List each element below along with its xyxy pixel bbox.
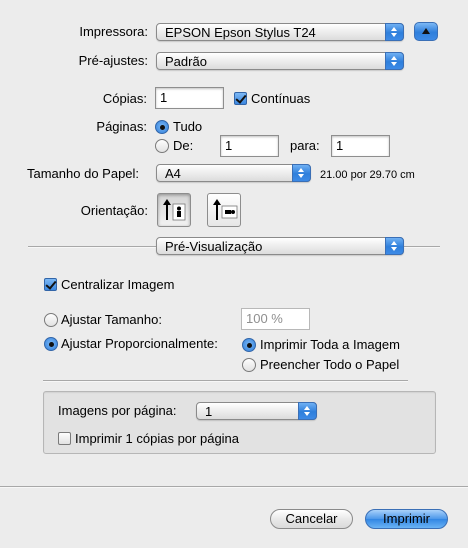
printer-value: EPSON Epson Stylus T24 — [165, 25, 316, 40]
pages-all-radio[interactable] — [155, 120, 169, 134]
print-entire-image-label: Imprimir Toda a Imagem — [260, 337, 400, 352]
presets-value: Padrão — [165, 54, 207, 69]
pages-all-label: Tudo — [173, 119, 203, 134]
print-copies-per-page-checkbox[interactable] — [58, 432, 71, 445]
scale-field[interactable]: 100 % — [241, 308, 310, 330]
presets-label: Pré-ajustes: — [78, 53, 148, 68]
printer-label: Impressora: — [79, 24, 148, 39]
scale-radio[interactable] — [44, 313, 58, 327]
footer-separator — [0, 486, 468, 488]
cancel-button[interactable]: Cancelar — [270, 509, 353, 529]
images-per-page-value: 1 — [205, 404, 213, 419]
copies-field[interactable]: 1 — [155, 87, 224, 109]
images-per-page-label: Imagens por página: — [58, 403, 177, 418]
popup-arrows-icon — [385, 237, 404, 255]
panel-value: Pré-Visualização — [165, 239, 263, 254]
popup-arrows-icon — [298, 402, 317, 420]
collated-checkbox[interactable] — [234, 92, 247, 105]
center-image-checkbox[interactable] — [44, 278, 57, 291]
pages-from-field[interactable]: 1 — [220, 135, 279, 157]
pages-label: Páginas: — [96, 119, 147, 134]
collated-label: Contínuas — [251, 91, 311, 106]
copies-label: Cópias: — [102, 91, 147, 106]
orientation-label: Orientação: — [80, 203, 148, 218]
orientation-portrait-button[interactable] — [157, 193, 191, 227]
popup-arrows-icon — [385, 23, 404, 41]
print-entire-image-radio[interactable] — [242, 338, 256, 352]
popup-arrows-icon — [385, 52, 404, 70]
panel-popup[interactable]: Pré-Visualização — [156, 237, 404, 255]
paper-size-label: Tamanho do Papel: — [27, 166, 140, 181]
presets-popup[interactable]: Padrão — [156, 52, 404, 70]
scale-to-fit-radio[interactable] — [44, 337, 58, 351]
pages-from-label: De: — [173, 138, 194, 153]
paper-dimensions: 21.00 por 29.70 cm — [320, 169, 415, 181]
portrait-person-icon — [163, 199, 186, 221]
pages-to-field[interactable]: 1 — [331, 135, 390, 157]
scale-to-fit-label: Ajustar Proporcionalmente: — [61, 336, 218, 351]
pages-from-radio[interactable] — [155, 139, 169, 153]
print-copies-per-page-label: Imprimir 1 cópias por página — [75, 431, 240, 446]
paper-size-popup[interactable]: A4 — [156, 164, 311, 182]
scale-label: Ajustar Tamanho: — [61, 312, 162, 327]
fill-entire-paper-label: Preencher Todo o Papel — [260, 357, 400, 372]
landscape-person-icon — [213, 199, 238, 220]
orientation-landscape-button[interactable] — [207, 193, 241, 227]
fill-entire-paper-radio[interactable] — [242, 358, 256, 372]
center-image-label: Centralizar Imagem — [61, 277, 175, 292]
printer-popup[interactable]: EPSON Epson Stylus T24 — [156, 23, 404, 41]
disclosure-triangle-button[interactable] — [414, 22, 438, 41]
pages-to-label: para: — [290, 138, 320, 153]
popup-arrows-icon — [292, 164, 311, 182]
section-separator — [43, 380, 408, 382]
print-button[interactable]: Imprimir — [365, 509, 448, 529]
paper-size-value: A4 — [165, 166, 181, 181]
images-per-page-popup[interactable]: 1 — [196, 402, 317, 420]
